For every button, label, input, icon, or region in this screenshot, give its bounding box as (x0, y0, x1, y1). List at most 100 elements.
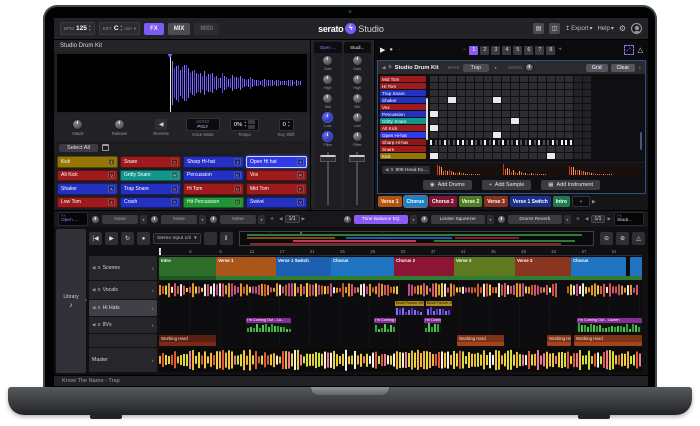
step-cell[interactable] (556, 83, 564, 89)
voice-mode-selector[interactable]: MONO POLY (186, 118, 220, 131)
step-cell[interactable] (556, 153, 564, 159)
step-tick[interactable] (498, 140, 500, 145)
release-knob[interactable] (114, 119, 125, 130)
vocal-clip[interactable]: I'm Coming Out - Lauren (577, 318, 642, 332)
step-cell[interactable] (502, 125, 510, 131)
pad-fx-select[interactable]: None (102, 215, 138, 224)
step-cell[interactable] (511, 83, 519, 89)
collapse-icon[interactable]: ∧ (151, 266, 154, 271)
step-cell[interactable] (457, 111, 465, 117)
tempo-stepper[interactable]: ▴▾ (244, 121, 246, 128)
step-cell[interactable] (475, 125, 483, 131)
808-waveform[interactable] (433, 164, 641, 176)
step-cell[interactable] (529, 97, 537, 103)
sequencer-row-label[interactable]: Alt Kick (380, 125, 426, 131)
high-knob[interactable] (322, 74, 333, 85)
step-tick[interactable] (453, 140, 455, 145)
step-cell[interactable] (565, 104, 573, 110)
step-cell[interactable] (565, 146, 573, 152)
step-cell[interactable] (475, 132, 483, 138)
pad-fx-select[interactable]: None (220, 215, 256, 224)
pattern-7[interactable]: 7 (535, 46, 544, 55)
master-fx-select[interactable]: Drums Reverb (508, 215, 562, 224)
step-cell[interactable] (484, 76, 492, 82)
stepper-down-icon[interactable]: ▾ (288, 125, 290, 128)
step-tick[interactable] (462, 140, 464, 145)
step-cell[interactable] (466, 104, 474, 110)
step-cell[interactable] (430, 83, 438, 89)
master-fx-knob[interactable] (497, 215, 506, 224)
step-cell[interactable] (520, 76, 528, 82)
step-cell[interactable] (520, 104, 528, 110)
step-tick[interactable] (534, 140, 536, 145)
step-cell[interactable] (493, 125, 501, 131)
gain-knob[interactable] (322, 55, 333, 66)
step-cell[interactable] (466, 83, 474, 89)
fx-mode-button[interactable]: FX (144, 23, 164, 35)
arrangement-overview[interactable]: × ⋯ ⋯ (239, 231, 594, 246)
step-cell[interactable] (502, 132, 510, 138)
step-cell[interactable] (430, 125, 438, 131)
step-cell[interactable] (565, 118, 573, 124)
step-cell[interactable] (448, 76, 456, 82)
master-fx-knob[interactable] (420, 215, 429, 224)
step-tick[interactable] (439, 140, 441, 145)
step-cell[interactable] (493, 146, 501, 152)
sequencer-row-label[interactable]: Shaker (380, 97, 426, 103)
step-cell[interactable] (556, 104, 564, 110)
sequencer-row-label[interactable]: Percussion (380, 111, 426, 117)
master-fx-dropdown-icon[interactable]: ▾ (564, 215, 571, 224)
step-cell[interactable] (520, 125, 528, 131)
play-button[interactable]: ▶ (105, 232, 118, 245)
step-tick[interactable] (556, 140, 558, 145)
drum-pad-kick[interactable]: Kick1 (57, 156, 118, 168)
hihat-clip[interactable]: Bball Packer WH (395, 301, 424, 315)
step-cell[interactable] (529, 146, 537, 152)
step-cell[interactable] (457, 90, 465, 96)
step-cell[interactable] (565, 125, 573, 131)
step-cell[interactable] (565, 132, 573, 138)
step-cell[interactable] (538, 153, 546, 159)
step-cell[interactable] (466, 90, 474, 96)
filter-knob[interactable] (352, 131, 363, 142)
step-tick[interactable] (475, 140, 477, 145)
low-knob[interactable] (352, 112, 363, 123)
step-cell[interactable] (502, 76, 510, 82)
step-tick[interactable] (480, 140, 482, 145)
step-cell[interactable] (520, 132, 528, 138)
step-cell[interactable] (466, 76, 474, 82)
step-cell[interactable] (556, 118, 564, 124)
pager-prev-icon[interactable]: ◀ (279, 216, 283, 222)
step-cell[interactable] (493, 97, 501, 103)
step-cell[interactable] (556, 111, 564, 117)
metronome-icon[interactable]: △ (632, 232, 645, 245)
step-cell[interactable] (430, 90, 438, 96)
step-cell[interactable] (502, 118, 510, 124)
volume-fader[interactable] (348, 150, 366, 207)
step-cell[interactable] (484, 83, 492, 89)
vocal-clip[interactable]: I'm Coming Out - La... (246, 318, 291, 332)
sequencer-row-label[interactable]: Trap Snare (380, 90, 426, 96)
stepper-down-icon[interactable]: ▾ (244, 125, 246, 128)
step-cell[interactable] (565, 111, 573, 117)
tempo-value[interactable]: 0% (234, 122, 242, 128)
row-scrollbar[interactable] (426, 98, 428, 140)
working-hard-clip[interactable]: Working Hard (574, 335, 642, 346)
speaker-icon[interactable]: ◀ (92, 265, 95, 271)
tempo-double-button[interactable] (248, 125, 255, 129)
plugins-panel-icon[interactable]: ◫ (549, 23, 560, 34)
style-select[interactable]: Trap (463, 64, 489, 72)
key-shift-value[interactable]: 0 (283, 122, 286, 128)
step-cell[interactable] (547, 104, 555, 110)
step-cell[interactable] (466, 132, 474, 138)
reverse-button[interactable]: ◀ (155, 119, 167, 130)
step-cell[interactable] (502, 90, 510, 96)
audio-input-select[interactable]: Stereo Input 1/2▾ (153, 233, 201, 244)
step-cell[interactable] (475, 111, 483, 117)
drum-pad-vox[interactable]: VoxR (246, 170, 307, 182)
swing-knob[interactable] (525, 63, 534, 72)
scene-chip-chorus[interactable]: Chorus (404, 196, 428, 207)
step-cell[interactable] (556, 97, 564, 103)
step-cell[interactable] (565, 90, 573, 96)
step-cell[interactable] (556, 132, 564, 138)
